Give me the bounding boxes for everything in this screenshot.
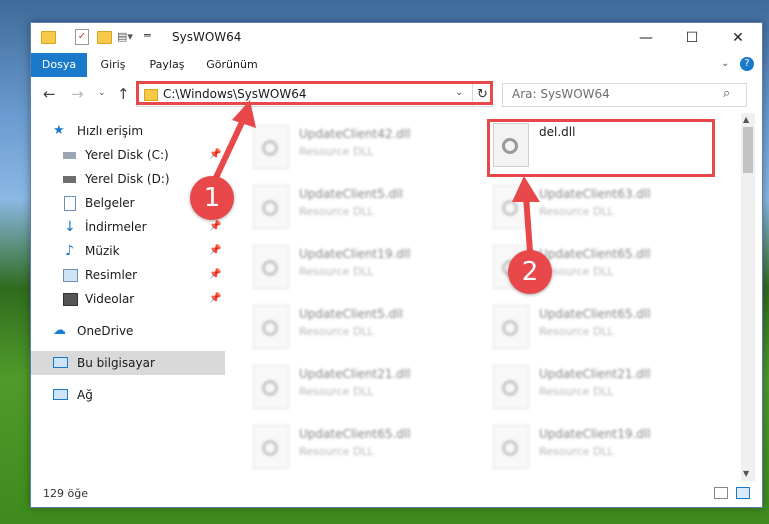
arrow-1-head [232,100,256,128]
arrow-2-head [512,176,540,202]
step-badge-2: 2 [508,250,552,294]
annotation-arrows [209,100,540,255]
step-badge-1: 1 [190,176,234,220]
arrow-2-line [523,193,533,255]
